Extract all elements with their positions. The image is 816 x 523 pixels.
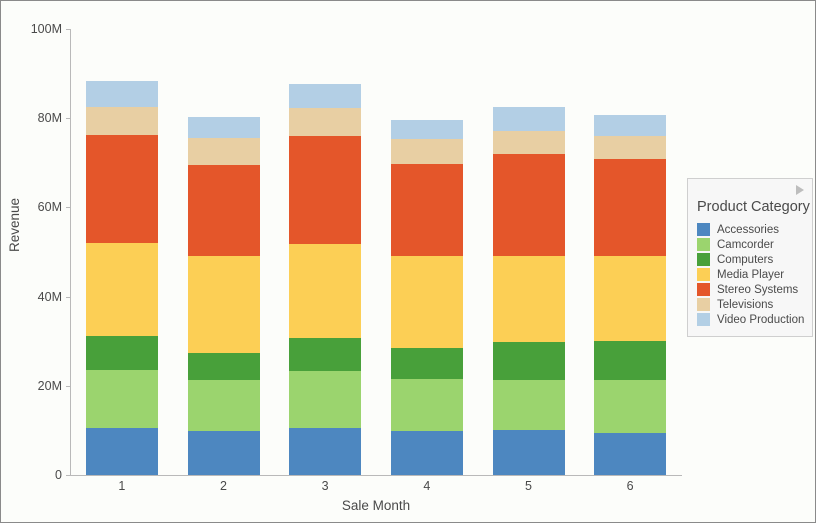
bar-segment[interactable] xyxy=(85,243,158,337)
x-axis-tick-label: 4 xyxy=(423,479,431,493)
bar-segment[interactable] xyxy=(85,370,158,429)
bar-segment[interactable] xyxy=(594,380,667,434)
bar-segment[interactable] xyxy=(390,163,463,256)
bar-column[interactable] xyxy=(492,29,565,475)
bar-segment[interactable] xyxy=(289,107,362,137)
legend-swatch-icon xyxy=(697,298,710,311)
legend-item-label: Media Player xyxy=(717,268,785,281)
y-axis-title: Revenue xyxy=(7,197,22,252)
legend-item[interactable]: Computers xyxy=(688,252,812,267)
bar-segment[interactable] xyxy=(390,119,463,139)
legend-swatch-icon xyxy=(697,253,710,266)
bar-segment[interactable] xyxy=(390,430,463,475)
bar-segment[interactable] xyxy=(187,352,260,381)
bar-segment[interactable] xyxy=(594,341,667,381)
bar-segment[interactable] xyxy=(390,378,463,431)
bar-segment[interactable] xyxy=(187,138,260,166)
bar-segment[interactable] xyxy=(594,433,667,475)
legend-swatch-icon xyxy=(697,223,710,236)
x-axis-line xyxy=(70,475,682,476)
legend-swatch-icon xyxy=(697,313,710,326)
bar-segment[interactable] xyxy=(289,243,362,339)
legend-item-label: Camcorder xyxy=(717,238,774,251)
x-axis-tick-label: 5 xyxy=(525,479,532,493)
y-axis-tick-label: 100M xyxy=(30,22,62,36)
legend-item[interactable]: Video Production xyxy=(688,312,812,327)
bar-segment[interactable] xyxy=(85,428,158,475)
bar-segment[interactable] xyxy=(390,138,463,164)
bar-segment[interactable] xyxy=(492,131,565,154)
bar-segment[interactable] xyxy=(289,338,362,372)
bar-segment[interactable] xyxy=(289,83,362,108)
bar-segment[interactable] xyxy=(594,136,667,159)
legend-item[interactable]: Media Player xyxy=(688,267,812,282)
legend-swatch-icon xyxy=(697,238,710,251)
legend-item[interactable]: Accessories xyxy=(688,222,812,237)
bar-segment[interactable] xyxy=(492,429,565,475)
legend-item[interactable]: Stereo Systems xyxy=(688,282,812,297)
x-axis-tick-label: 3 xyxy=(321,479,329,493)
legend-title: Product Category xyxy=(697,199,810,215)
y-axis-tick-label: 20M xyxy=(37,378,62,393)
x-axis-title: Sale Month xyxy=(341,498,411,513)
legend-item[interactable]: Camcorder xyxy=(688,237,812,252)
legend-panel[interactable]: Product Category Accessories Camcorder Com… xyxy=(687,178,813,337)
bar-segment[interactable] xyxy=(390,348,463,379)
bar-segment[interactable] xyxy=(187,430,260,475)
bar-column[interactable] xyxy=(390,29,463,475)
bar-segment[interactable] xyxy=(594,115,667,137)
legend-item-label: Televisions xyxy=(717,298,774,311)
y-axis-tick-label: 60M xyxy=(37,200,62,215)
bar-segment[interactable] xyxy=(492,256,565,343)
bar-segment[interactable] xyxy=(289,371,362,429)
bar-segment[interactable] xyxy=(85,107,158,136)
bar-segment[interactable] xyxy=(85,135,158,244)
bar-segment[interactable] xyxy=(85,81,158,108)
bar-column[interactable] xyxy=(187,29,260,475)
x-axis-tick-label: 6 xyxy=(626,479,634,493)
bar-segment[interactable] xyxy=(289,428,362,475)
bar-segment[interactable] xyxy=(492,342,565,381)
bar-segment[interactable] xyxy=(594,158,667,257)
x-axis-tick-label: 1 xyxy=(118,479,126,493)
bar-column[interactable] xyxy=(594,29,667,475)
bar-segment[interactable] xyxy=(289,136,362,244)
legend-item-label: Stereo Systems xyxy=(717,283,799,296)
bar-segment[interactable] xyxy=(492,380,565,430)
bar-column[interactable] xyxy=(85,29,158,475)
bar-segment[interactable] xyxy=(594,256,667,342)
legend-swatch-icon xyxy=(697,268,710,281)
bar-segment[interactable] xyxy=(492,107,565,132)
bar-segment[interactable] xyxy=(390,255,463,349)
bar-segment[interactable] xyxy=(85,336,158,371)
legend-item-label: Accessories xyxy=(717,223,779,236)
bar-segment[interactable] xyxy=(492,153,565,257)
bar-segment[interactable] xyxy=(187,380,260,431)
legend-items-list: Accessories Camcorder Computers Media Playe… xyxy=(688,222,812,327)
legend-item-label: Video Production xyxy=(717,313,805,326)
bar-segment[interactable] xyxy=(187,256,260,353)
y-axis-tick-label: 40M xyxy=(37,289,62,304)
bar-column[interactable] xyxy=(289,29,362,475)
legend-swatch-icon xyxy=(697,283,710,296)
y-axis-tick-label: 0 xyxy=(55,468,62,482)
x-axis-tick-label: 2 xyxy=(220,479,227,493)
plot-area xyxy=(71,29,681,475)
stacked-bar-chart: 0 20M 40M 60M 80M 100M Revenue 1 2 3 4 5 6 Sale Mo… xyxy=(0,0,816,523)
legend-item[interactable]: Televisions xyxy=(688,297,812,312)
legend-collapse-triangle-right-icon[interactable] xyxy=(796,185,804,195)
bar-segment[interactable] xyxy=(187,165,260,257)
bar-segment[interactable] xyxy=(187,117,260,139)
legend-item-label: Computers xyxy=(717,253,774,266)
y-axis-tick-label: 80M xyxy=(37,111,62,126)
